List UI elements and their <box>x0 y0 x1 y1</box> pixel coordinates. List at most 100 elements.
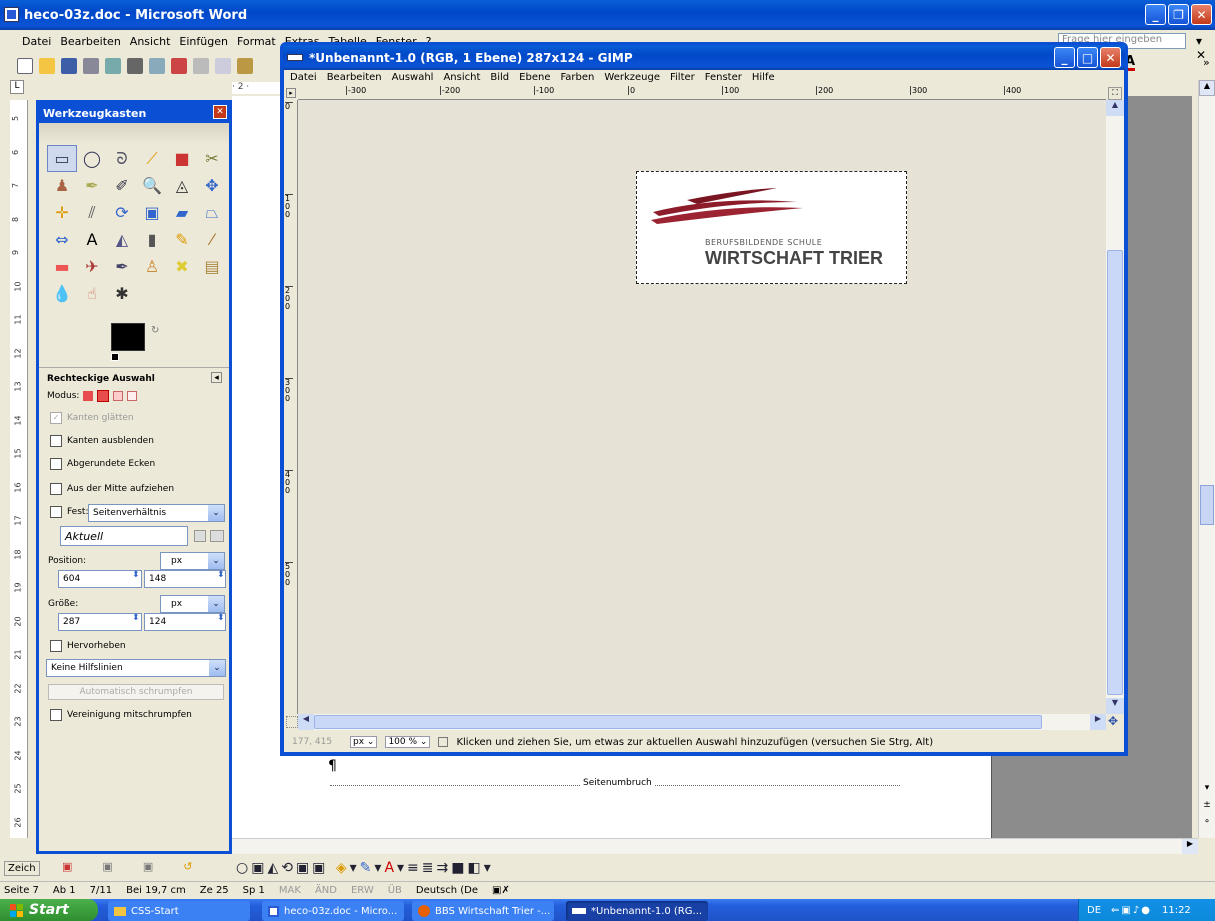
ruler-corner[interactable]: L <box>10 80 24 94</box>
scroll-up-button[interactable]: ▲ <box>1199 80 1215 96</box>
print-preview-icon[interactable] <box>149 58 165 74</box>
blur-icon[interactable]: 💧 <box>47 280 77 307</box>
perspective-icon[interactable]: ⏢ <box>197 199 227 226</box>
size-height-input[interactable]: 124 <box>144 613 226 631</box>
cancel-icon[interactable] <box>438 737 449 747</box>
word-menu-format[interactable]: Format <box>237 35 276 52</box>
status-erw[interactable]: ERW <box>351 885 374 896</box>
smudge-icon[interactable]: ☝ <box>77 280 107 307</box>
dodge-burn-icon[interactable]: ✱ <box>107 280 137 307</box>
delete-options-icon[interactable]: ▣ <box>143 860 153 876</box>
cut-icon[interactable] <box>193 58 209 74</box>
save-options-icon[interactable]: ▣ <box>62 860 72 876</box>
word-menu-bearbeiten[interactable]: Bearbeiten <box>60 35 120 52</box>
gimp-menu-item[interactable]: Fenster <box>705 72 742 86</box>
highlight-checkbox[interactable] <box>50 640 62 652</box>
gimp-menu-item[interactable]: Auswahl <box>392 72 434 86</box>
mode-replace-icon[interactable] <box>83 391 94 401</box>
ellipse-select-icon[interactable]: ◯ <box>77 145 107 172</box>
unit-select[interactable]: px ⌄ <box>350 736 378 748</box>
mode-add-icon[interactable] <box>97 390 110 402</box>
gimp-menu-item[interactable]: Bild <box>490 72 509 86</box>
scroll-thumb[interactable] <box>1200 485 1214 525</box>
spelling-icon[interactable] <box>171 58 187 74</box>
shrink-merged-checkbox[interactable] <box>50 709 62 721</box>
canvas-menu-button[interactable]: ▸ <box>286 88 296 98</box>
taskbar-item-firefox[interactable]: BBS Wirtschaft Trier -... <box>412 901 554 921</box>
gimp-scroll-down-button[interactable]: ▼ <box>1106 698 1124 714</box>
status-language[interactable]: Deutsch (De <box>416 885 478 896</box>
gimp-menu-item[interactable]: Datei <box>290 72 317 86</box>
gimp-menu-item[interactable]: Farben <box>560 72 594 86</box>
word-menu-ansicht[interactable]: Ansicht <box>130 35 171 52</box>
fixed-mode-select[interactable]: Seitenverhältnis ⌄ <box>88 504 225 522</box>
position-y-input[interactable]: 148 <box>144 570 226 588</box>
gimp-menu-item[interactable]: Ebene <box>519 72 550 86</box>
mode-intersect-icon[interactable] <box>127 391 138 401</box>
gimp-scroll-left-button[interactable]: ◀ <box>298 714 314 730</box>
size-height-spinner-icon[interactable]: ⬍ <box>217 613 225 623</box>
gimp-vertical-scrollbar[interactable]: ▲ ▼ <box>1106 100 1124 714</box>
taskbar-item-word[interactable]: heco-03z.doc - Micro... <box>262 901 404 921</box>
scissors-icon[interactable]: ✂ <box>197 145 227 172</box>
ink-icon[interactable]: ✒ <box>107 253 137 280</box>
save-icon[interactable] <box>61 58 77 74</box>
size-unit-select[interactable]: px ⌄ <box>160 595 225 613</box>
lasso-icon[interactable]: ᘐ <box>107 145 137 172</box>
gimp-menu-item[interactable]: Werkzeuge <box>604 72 660 86</box>
status-ueb[interactable]: ÜB <box>388 885 402 896</box>
bucket-fill-icon[interactable]: ◭ <box>107 226 137 253</box>
flip-icon[interactable]: ⇔ <box>47 226 77 253</box>
restore-button[interactable]: ❐ <box>1168 4 1189 25</box>
position-x-spinner-icon[interactable]: ⬍ <box>132 570 140 580</box>
paths-icon[interactable]: ✒ <box>77 172 107 199</box>
text-icon[interactable]: A <box>77 226 107 253</box>
gimp-v-thumb[interactable] <box>1107 250 1123 695</box>
antialias-option[interactable]: ✓ Kanten glätten <box>50 412 134 424</box>
gimp-minimize-button[interactable]: _ <box>1054 47 1075 68</box>
toolbox-title-bar[interactable]: Werkzeugkasten ✕ <box>39 103 229 123</box>
zoom-icon[interactable]: 🔍 <box>137 172 167 199</box>
language-indicator[interactable]: DE <box>1087 905 1101 916</box>
foreground-select-icon[interactable]: ♟ <box>47 172 77 199</box>
antialias-checkbox[interactable]: ✓ <box>50 412 62 424</box>
gimp-close-button[interactable]: ✕ <box>1100 47 1121 68</box>
print-icon[interactable] <box>127 58 143 74</box>
drawing-label[interactable]: Zeich <box>4 860 40 876</box>
clone-icon[interactable]: ♙ <box>137 253 167 280</box>
rotate-icon[interactable]: ⟳ <box>107 199 137 226</box>
position-x-input[interactable]: 604 <box>58 570 142 588</box>
shrink-merged-option[interactable]: Vereinigung mitschrumpfen <box>50 709 192 721</box>
gimp-scroll-up-button[interactable]: ▲ <box>1106 100 1124 116</box>
word-menu-datei[interactable]: Datei <box>22 35 51 52</box>
auto-shrink-button[interactable]: Automatisch schrumpfen <box>48 684 224 700</box>
size-width-spinner-icon[interactable]: ⬍ <box>132 613 140 623</box>
size-width-input[interactable]: 287 <box>58 613 142 631</box>
taskbar-item-css-start[interactable]: CSS-Start <box>108 901 250 921</box>
aspect-input[interactable]: Aktuell <box>60 526 188 546</box>
pencil-icon[interactable]: ✎ <box>167 226 197 253</box>
toolbar-overflow-icon[interactable]: » <box>1203 56 1210 69</box>
highlight-option[interactable]: Hervorheben <box>50 640 126 652</box>
rounded-checkbox[interactable] <box>50 458 62 470</box>
minimize-button[interactable]: _ <box>1145 4 1166 25</box>
gimp-menu-item[interactable]: Filter <box>670 72 695 86</box>
guides-select[interactable]: Keine Hilfslinien ⌄ <box>46 659 226 677</box>
eraser-icon[interactable]: ▬ <box>47 253 77 280</box>
scroll-right-button[interactable]: ▶ <box>1182 839 1198 854</box>
new-document-icon[interactable] <box>17 58 33 74</box>
tray-icons[interactable]: ⇐▣♪● <box>1111 905 1152 916</box>
word-menu-einfuegen[interactable]: Einfügen <box>179 35 228 52</box>
mode-subtract-icon[interactable] <box>113 391 124 401</box>
prev-page-icon[interactable]: ▾ ± ⚬ <box>1199 780 1215 834</box>
fixed-option[interactable]: Fest: <box>50 506 88 518</box>
blend-icon[interactable]: ▮ <box>137 226 167 253</box>
measure-icon[interactable]: ◬ <box>167 172 197 199</box>
restore-options-icon[interactable]: ▣ <box>102 860 112 876</box>
options-menu-icon[interactable]: ◂ <box>211 372 222 383</box>
word-horizontal-scrollbar[interactable]: ▶ <box>232 838 1198 854</box>
center-checkbox[interactable] <box>50 483 62 495</box>
reset-options-icon[interactable]: ↺ <box>183 860 192 876</box>
image-layer[interactable]: BERUFSBILDENDE SCHULE WIRTSCHAFT TRIER <box>636 171 907 284</box>
fixed-checkbox[interactable] <box>50 506 62 518</box>
